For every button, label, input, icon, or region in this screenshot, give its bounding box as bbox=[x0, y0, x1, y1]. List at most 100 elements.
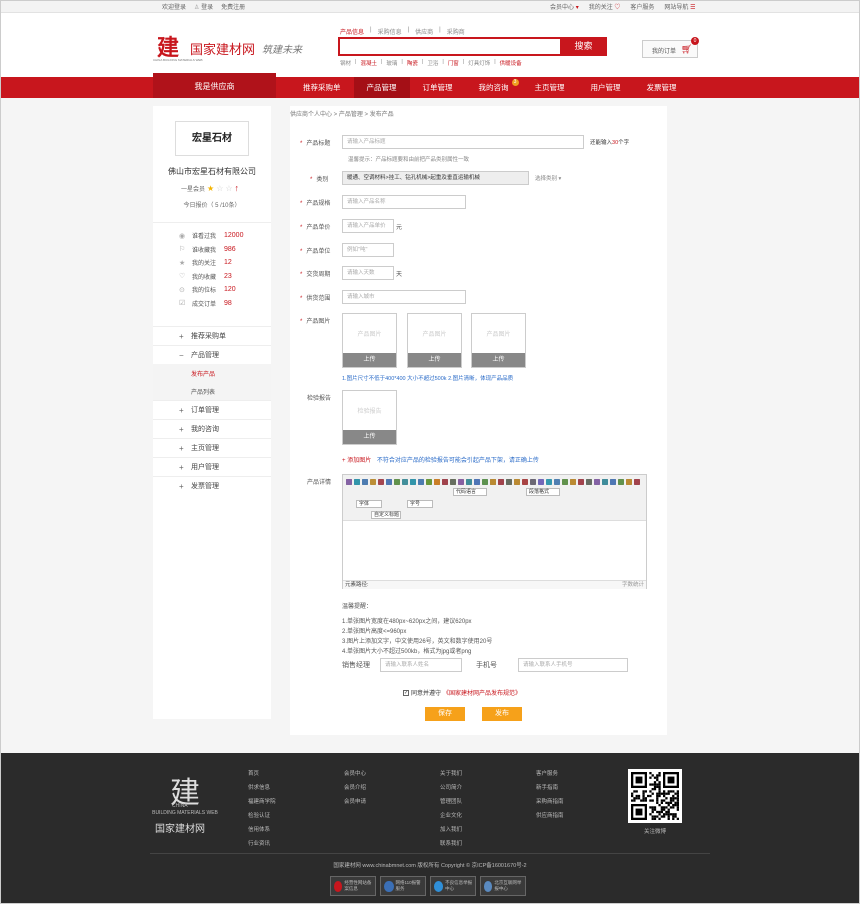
upload-button[interactable]: 上传 bbox=[472, 353, 525, 367]
nav-orders[interactable]: 订单管理 bbox=[410, 77, 466, 98]
footer-link[interactable]: 供应商指南 bbox=[536, 813, 564, 819]
toolbar-tool-icon[interactable] bbox=[530, 479, 536, 485]
product-price-input[interactable]: 请输入产品单价 bbox=[342, 219, 394, 233]
footer-link[interactable]: 首页 bbox=[248, 771, 259, 777]
upgrade-arrow-icon[interactable]: ↑ bbox=[235, 183, 240, 193]
phone-input[interactable]: 请输入联系人手机号 bbox=[518, 658, 628, 672]
product-spec-input[interactable]: 请输入产品名称 bbox=[342, 195, 466, 209]
toolbar-tool-icon[interactable] bbox=[610, 479, 616, 485]
search-input[interactable] bbox=[338, 37, 560, 56]
save-button[interactable]: 保存 bbox=[425, 707, 465, 721]
toolbar-tool-icon[interactable] bbox=[522, 479, 528, 485]
search-button[interactable]: 搜索 bbox=[560, 37, 607, 56]
search-tab-suppliers[interactable]: 供应商 bbox=[415, 27, 433, 36]
toolbar-tool-icon[interactable] bbox=[386, 479, 392, 485]
register-link[interactable]: 免费注册 bbox=[221, 2, 245, 11]
sidebar-item-consult[interactable]: + 我的咨询 bbox=[153, 419, 271, 438]
toolbar-tool-icon[interactable] bbox=[378, 479, 384, 485]
image-upload-2[interactable]: 产品图片 上传 bbox=[407, 313, 462, 368]
nav-home[interactable]: 我是供应商 bbox=[153, 73, 276, 98]
sidebar-subitem-product-list[interactable]: 产品列表 bbox=[153, 382, 271, 400]
trust-badge[interactable]: 网络110报警服务 bbox=[380, 876, 426, 896]
footer-link[interactable]: 行业资讯 bbox=[248, 841, 270, 847]
toolbar-tool-icon[interactable] bbox=[570, 479, 576, 485]
rich-text-editor[interactable]: 代码语言 段落格式 字体 字号 自定义标题 元素路径: 字数统计 bbox=[342, 474, 647, 589]
site-logo-name[interactable]: 国家建材网 bbox=[190, 39, 255, 58]
delivery-days-input[interactable]: 请输入天数 bbox=[342, 266, 394, 280]
toolbar-tool-icon[interactable] bbox=[490, 479, 496, 485]
footer-link[interactable]: 企业文化 bbox=[440, 813, 462, 819]
toolbar-tool-icon[interactable] bbox=[594, 479, 600, 485]
hot-word[interactable]: 卫浴 bbox=[427, 59, 438, 67]
sidebar-item-orders[interactable]: + 订单管理 bbox=[153, 400, 271, 419]
toolbar-tool-icon[interactable] bbox=[546, 479, 552, 485]
footer-link[interactable]: 客户服务 bbox=[536, 771, 558, 777]
service-link[interactable]: 客户服务 bbox=[630, 2, 654, 11]
sidebar-item-homepage[interactable]: + 主页管理 bbox=[153, 438, 271, 457]
toolbar-tool-icon[interactable] bbox=[418, 479, 424, 485]
footer-link[interactable]: 检验认证 bbox=[248, 813, 270, 819]
add-image-link[interactable]: + 添加图片 bbox=[342, 458, 371, 464]
toolbar-tool-icon[interactable] bbox=[562, 479, 568, 485]
sidebar-subitem-publish[interactable]: 发布产品 bbox=[153, 364, 271, 382]
my-orders-button[interactable]: 我的订单 🛒︎ 0 bbox=[642, 37, 699, 58]
hot-word[interactable]: 玻璃 bbox=[386, 59, 397, 67]
hot-word[interactable]: 门窗 bbox=[448, 59, 459, 67]
footer-link[interactable]: 联系我们 bbox=[440, 841, 462, 847]
toolbar-tool-icon[interactable] bbox=[514, 479, 520, 485]
toolbar-tool-icon[interactable] bbox=[474, 479, 480, 485]
sidebar-item-product-mgmt[interactable]: − 产品管理 bbox=[153, 345, 271, 364]
hot-word[interactable]: 灯具灯饰 bbox=[468, 59, 490, 67]
agreement-link[interactable]: 《国家建材网产品发布规范》 bbox=[443, 688, 521, 697]
stat-item[interactable]: ⚐ 谁收藏我 986 bbox=[179, 243, 271, 257]
stat-item[interactable]: ♡ 我的收藏 23 bbox=[179, 270, 271, 284]
member-center-link[interactable]: 会员中心 ▾ bbox=[550, 2, 579, 11]
code-language-select[interactable]: 代码语言 bbox=[453, 488, 487, 496]
product-title-input[interactable]: 请输入产品标题 bbox=[342, 135, 584, 149]
footer-link[interactable]: 会员介绍 bbox=[344, 785, 366, 791]
site-nav-link[interactable]: 网站导航 ☰ bbox=[664, 2, 695, 11]
toolbar-tool-icon[interactable] bbox=[634, 479, 640, 485]
sidebar-item-invoice[interactable]: + 发票管理 bbox=[153, 476, 271, 495]
toolbar-tool-icon[interactable] bbox=[482, 479, 488, 485]
custom-heading-select[interactable]: 自定义标题 bbox=[371, 511, 401, 519]
toolbar-tool-icon[interactable] bbox=[498, 479, 504, 485]
hot-word[interactable]: 供暖设备 bbox=[500, 59, 522, 67]
nav-invoice[interactable]: 发票管理 bbox=[634, 77, 690, 98]
toolbar-tool-icon[interactable] bbox=[586, 479, 592, 485]
upload-button[interactable]: 上传 bbox=[343, 353, 396, 367]
report-upload[interactable]: 检验报告 上传 bbox=[342, 390, 397, 445]
footer-link[interactable]: 会员申请 bbox=[344, 799, 366, 805]
footer-link[interactable]: 采购商指南 bbox=[536, 799, 564, 805]
toolbar-tool-icon[interactable] bbox=[426, 479, 432, 485]
my-follow-link[interactable]: 我的关注 ♡ bbox=[589, 2, 621, 11]
sidebar-item-users[interactable]: + 用户管理 bbox=[153, 457, 271, 476]
trust-badge[interactable]: 北京互联网举报中心 bbox=[480, 876, 526, 896]
footer-link[interactable]: 关于我们 bbox=[440, 771, 462, 777]
toolbar-tool-icon[interactable] bbox=[410, 479, 416, 485]
toolbar-tool-icon[interactable] bbox=[506, 479, 512, 485]
nav-users[interactable]: 用户管理 bbox=[578, 77, 634, 98]
toolbar-tool-icon[interactable] bbox=[618, 479, 624, 485]
hot-word[interactable]: 钢材 bbox=[340, 59, 351, 67]
search-tab-products[interactable]: 产品信息 bbox=[340, 27, 364, 36]
image-upload-1[interactable]: 产品图片 上传 bbox=[342, 313, 397, 368]
toolbar-tool-icon[interactable] bbox=[362, 479, 368, 485]
footer-link[interactable]: 管理团队 bbox=[440, 799, 462, 805]
search-tab-buyers[interactable]: 采购商 bbox=[447, 27, 465, 36]
product-unit-input[interactable]: 例如"吨" bbox=[342, 243, 394, 257]
nav-product-mgmt[interactable]: 产品管理 bbox=[353, 77, 410, 98]
font-size-select[interactable]: 字号 bbox=[407, 500, 433, 508]
select-category-link[interactable]: 选择类别 ▾ bbox=[535, 174, 561, 182]
publish-button[interactable]: 发布 bbox=[482, 707, 522, 721]
trust-badge[interactable]: 经营性网站备案信息 bbox=[330, 876, 376, 896]
toolbar-tool-icon[interactable] bbox=[354, 479, 360, 485]
image-upload-3[interactable]: 产品图片 上传 bbox=[471, 313, 526, 368]
paragraph-format-select[interactable]: 段落格式 bbox=[526, 488, 560, 496]
toolbar-tool-icon[interactable] bbox=[442, 479, 448, 485]
footer-link[interactable]: 新手指南 bbox=[536, 785, 558, 791]
sales-manager-input[interactable]: 请输入联系人姓名 bbox=[380, 658, 462, 672]
toolbar-tool-icon[interactable] bbox=[394, 479, 400, 485]
stat-item[interactable]: ☑ 成交订单 98 bbox=[179, 297, 271, 311]
stat-item[interactable]: ★ 我的关注 12 bbox=[179, 256, 271, 270]
